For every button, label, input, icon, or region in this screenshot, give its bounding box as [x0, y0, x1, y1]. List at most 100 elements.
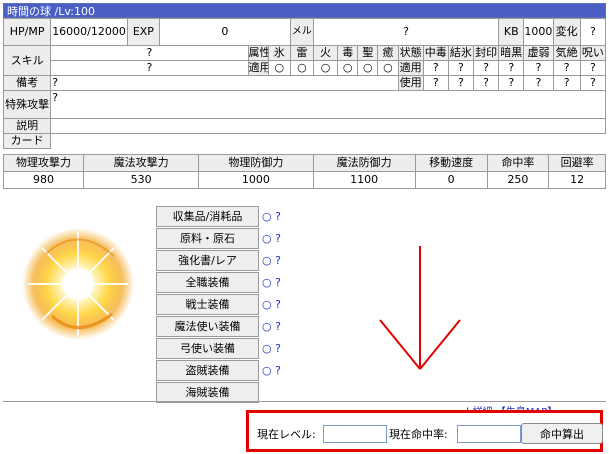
status-use-value: ?: [523, 75, 554, 91]
element-mark: ○: [337, 60, 359, 76]
drop-category-value[interactable]: ○ ?: [259, 250, 281, 271]
stat-header: 移動速度: [414, 154, 488, 172]
element-ice: 氷: [267, 45, 291, 61]
drop-category-label: 海賊装備: [156, 382, 259, 403]
skill-value-2: ?: [50, 60, 249, 76]
kb-value: 10000: [523, 18, 554, 46]
attr-label: 属性: [247, 45, 269, 61]
drop-category-label: 収集品/消耗品: [156, 206, 259, 227]
status-use-value: ?: [447, 75, 474, 91]
hpmp-value: 16000/12000: [50, 18, 128, 46]
stat-header: 命中率: [486, 154, 550, 172]
hit-rate-label: 現在命中率:: [389, 428, 448, 441]
special-value: ?: [50, 90, 606, 119]
stat-move-speed: 0: [414, 171, 488, 189]
stat-phys-attack: 980: [3, 171, 84, 189]
apply-label: 適用: [247, 60, 269, 76]
status-label: 状態: [397, 45, 424, 61]
status-apply-value: ?: [472, 60, 500, 76]
exp-label: EXP: [126, 18, 160, 46]
status-use-label: 使用: [397, 75, 424, 91]
status-apply-value: ?: [422, 60, 449, 76]
stat-phys-defense: 1000: [198, 171, 314, 189]
status-curse: 呪い: [579, 45, 607, 61]
desc-label: 説明: [2, 118, 52, 134]
stat-header: 回避率: [548, 154, 606, 172]
drop-category-value[interactable]: ○ ?: [259, 338, 281, 359]
drop-category-value[interactable]: ○ ?: [259, 272, 281, 293]
drop-category-value[interactable]: ○ ?: [259, 316, 281, 337]
stat-header: 物理攻撃力: [3, 154, 84, 172]
drop-category-value[interactable]: ○ ?: [259, 294, 281, 315]
drop-category-label: 強化書/レア: [156, 250, 259, 271]
monster-image: [22, 224, 138, 344]
drop-category-value[interactable]: ○ ?: [259, 228, 281, 249]
monster-panel: 時間の球 /Lv:100 HP/MP 16000/12000 EXP 0 メル …: [2, 3, 607, 189]
level-input[interactable]: [323, 425, 387, 443]
arrow-down-icon: [370, 244, 480, 377]
status-use-value: ?: [498, 75, 525, 91]
element-mark: ○: [267, 60, 291, 76]
stat-header: 魔法防御力: [312, 154, 416, 172]
henka-value: ?: [579, 18, 607, 46]
level-label: 現在レベル:: [257, 428, 316, 441]
accuracy-calculator: 現在レベル: 現在命中率: 命中算出: [246, 410, 603, 452]
element-holy: 聖: [357, 45, 379, 61]
status-apply-value: ?: [579, 60, 607, 76]
card-value: [50, 133, 606, 149]
status-freeze: 結氷: [447, 45, 474, 61]
drop-category-label: 魔法使い装備: [156, 316, 259, 337]
status-apply-value: ?: [523, 60, 554, 76]
bikou-label: 備考: [2, 75, 52, 91]
status-dark: 暗黒: [498, 45, 525, 61]
stat-magic-defense: 1100: [312, 171, 416, 189]
stat-header: 魔法攻撃力: [82, 154, 200, 172]
bikou-value: ?: [50, 75, 399, 91]
hpmp-label: HP/MP: [2, 18, 52, 46]
hit-rate-input[interactable]: [457, 425, 521, 443]
exp-value: 0: [158, 18, 291, 46]
stat-magic-attack: 530: [82, 171, 200, 189]
status-seal: 封印: [472, 45, 500, 61]
card-label: カード: [2, 133, 52, 149]
calc-hit-button[interactable]: 命中算出: [521, 423, 603, 444]
element-mark: ○: [289, 60, 314, 76]
drop-category-label: 弓使い装備: [156, 338, 259, 359]
status-apply-value: ?: [552, 60, 581, 76]
desc-value: [50, 118, 606, 134]
status-poison: 中毒: [422, 45, 449, 61]
status-use-value: ?: [579, 75, 607, 91]
element-poison: 毒: [337, 45, 359, 61]
element-mark: ○: [357, 60, 379, 76]
meru-label: メル: [289, 18, 314, 46]
drop-category-label: 盗賊装備: [156, 360, 259, 381]
status-apply-label: 適用: [397, 60, 424, 76]
stat-header: 物理防御力: [198, 154, 314, 172]
element-thunder: 雷: [289, 45, 314, 61]
skill-label: スキル: [2, 45, 52, 76]
status-apply-value: ?: [498, 60, 525, 76]
special-label: 特殊攻撃: [2, 90, 52, 119]
stat-accuracy: 250: [486, 171, 550, 189]
status-stun: 気絶: [552, 45, 581, 61]
meru-value: ?: [312, 18, 500, 46]
drop-category-value[interactable]: [259, 382, 262, 403]
stats-table: 物理攻撃力 魔法攻撃力 物理防御力 魔法防御力 移動速度 命中率 回避率 980…: [3, 154, 606, 189]
monster-title: 時間の球 /Lv:100: [3, 3, 606, 18]
kb-label: KB: [498, 18, 525, 46]
henka-label: 変化: [552, 18, 581, 46]
status-weak: 虚弱: [523, 45, 554, 61]
drop-category-label: 戦士装備: [156, 294, 259, 315]
stat-evasion: 12: [548, 171, 606, 189]
skill-value-1: ?: [50, 45, 249, 61]
info-table: HP/MP 16000/12000 EXP 0 メル ? KB 10000 変化…: [2, 18, 607, 149]
drop-category-value[interactable]: ○ ?: [259, 206, 281, 227]
status-use-value: ?: [552, 75, 581, 91]
element-mark: ○: [312, 60, 339, 76]
status-apply-value: ?: [447, 60, 474, 76]
element-mark: ○: [377, 60, 399, 76]
status-use-value: ?: [422, 75, 449, 91]
status-use-value: ?: [472, 75, 500, 91]
drop-category-value[interactable]: ○ ?: [259, 360, 281, 381]
element-heal: 癒: [377, 45, 399, 61]
